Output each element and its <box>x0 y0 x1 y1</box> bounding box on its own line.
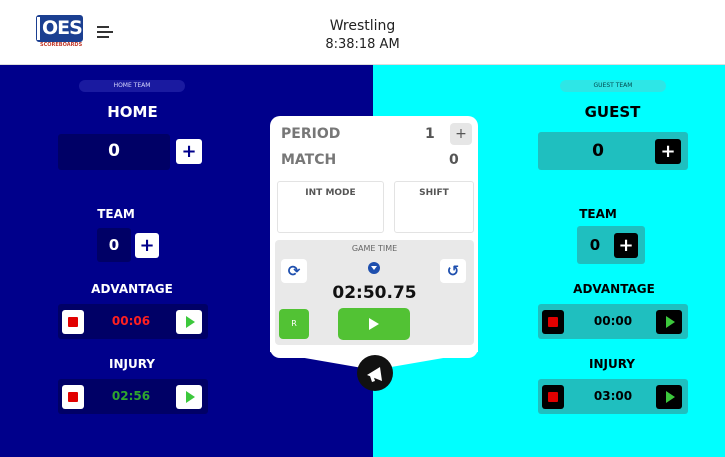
guest-score: 0 <box>592 141 604 161</box>
play-icon <box>666 316 675 328</box>
guest-name: GUEST <box>584 103 641 121</box>
play-icon <box>666 391 675 403</box>
home-injury-label: INJURY <box>109 357 155 371</box>
home-team-plus-button[interactable]: + <box>135 233 159 258</box>
period-value: 1 <box>425 126 435 142</box>
shift-label: SHIFT <box>419 188 449 198</box>
home-advantage-play-button[interactable] <box>176 310 202 334</box>
home-score: 0 <box>108 141 120 161</box>
period-label: PERIOD <box>281 126 341 142</box>
guest-score-plus-button[interactable]: + <box>655 139 681 164</box>
int-mode-box[interactable]: INT MODE <box>277 181 384 233</box>
refresh-icon[interactable]: ⟳ <box>281 259 307 283</box>
home-team-chip: HOME TEAM <box>79 80 185 92</box>
match-label: MATCH <box>281 152 337 168</box>
guest-team-chip: GUEST TEAM <box>560 80 666 92</box>
play-icon <box>369 318 379 330</box>
home-team-label: TEAM <box>97 207 135 221</box>
guest-injury-play-button[interactable] <box>656 385 682 409</box>
guest-advantage-label: ADVANTAGE <box>573 282 655 296</box>
guest-team-plus-button[interactable]: + <box>614 233 638 258</box>
clock: 8:38:18 AM <box>325 37 400 52</box>
home-advantage-label: ADVANTAGE <box>91 282 173 296</box>
guest-injury-label: INJURY <box>589 357 635 371</box>
game-start-button[interactable] <box>338 308 410 340</box>
home-team-score: 0 <box>108 236 120 254</box>
game-time: 02:50.75 <box>332 283 417 303</box>
stop-icon <box>68 392 78 402</box>
home-injury-time: 02:56 <box>111 389 151 403</box>
sport-title: Wrestling <box>329 18 396 34</box>
top-bar: OES SCOREBOARDS Wrestling 8:38:18 AM <box>0 0 725 65</box>
stop-icon <box>548 317 558 327</box>
period-plus-button[interactable]: + <box>450 123 472 145</box>
home-score-plus-button[interactable]: + <box>176 139 202 164</box>
home-advantage-time: 00:06 <box>111 314 151 328</box>
stop-icon <box>68 317 78 327</box>
play-icon <box>186 391 195 403</box>
guest-team-score: 0 <box>589 236 601 254</box>
match-value: 0 <box>449 152 459 168</box>
guest-injury-stop-button[interactable] <box>542 385 564 409</box>
arrow-down-circle-icon[interactable] <box>368 262 380 274</box>
megaphone-icon <box>367 367 382 382</box>
home-injury-stop-button[interactable] <box>62 385 84 409</box>
undo-icon[interactable]: ↺ <box>440 259 466 283</box>
home-advantage-stop-button[interactable] <box>62 310 84 334</box>
guest-advantage-stop-button[interactable] <box>542 310 564 334</box>
game-time-label: GAME TIME <box>351 244 398 253</box>
guest-advantage-play-button[interactable] <box>656 310 682 334</box>
stop-icon <box>548 392 558 402</box>
int-mode-label: INT MODE <box>305 188 356 198</box>
horn-button[interactable] <box>357 355 393 391</box>
home-injury-play-button[interactable] <box>176 385 202 409</box>
shift-box[interactable]: SHIFT <box>394 181 474 233</box>
home-name: HOME <box>107 103 158 121</box>
guest-injury-time: 03:00 <box>593 389 633 403</box>
guest-advantage-time: 00:00 <box>593 314 633 328</box>
r-button[interactable]: R <box>279 309 309 339</box>
guest-team-label: TEAM <box>579 207 617 221</box>
play-icon <box>186 316 195 328</box>
